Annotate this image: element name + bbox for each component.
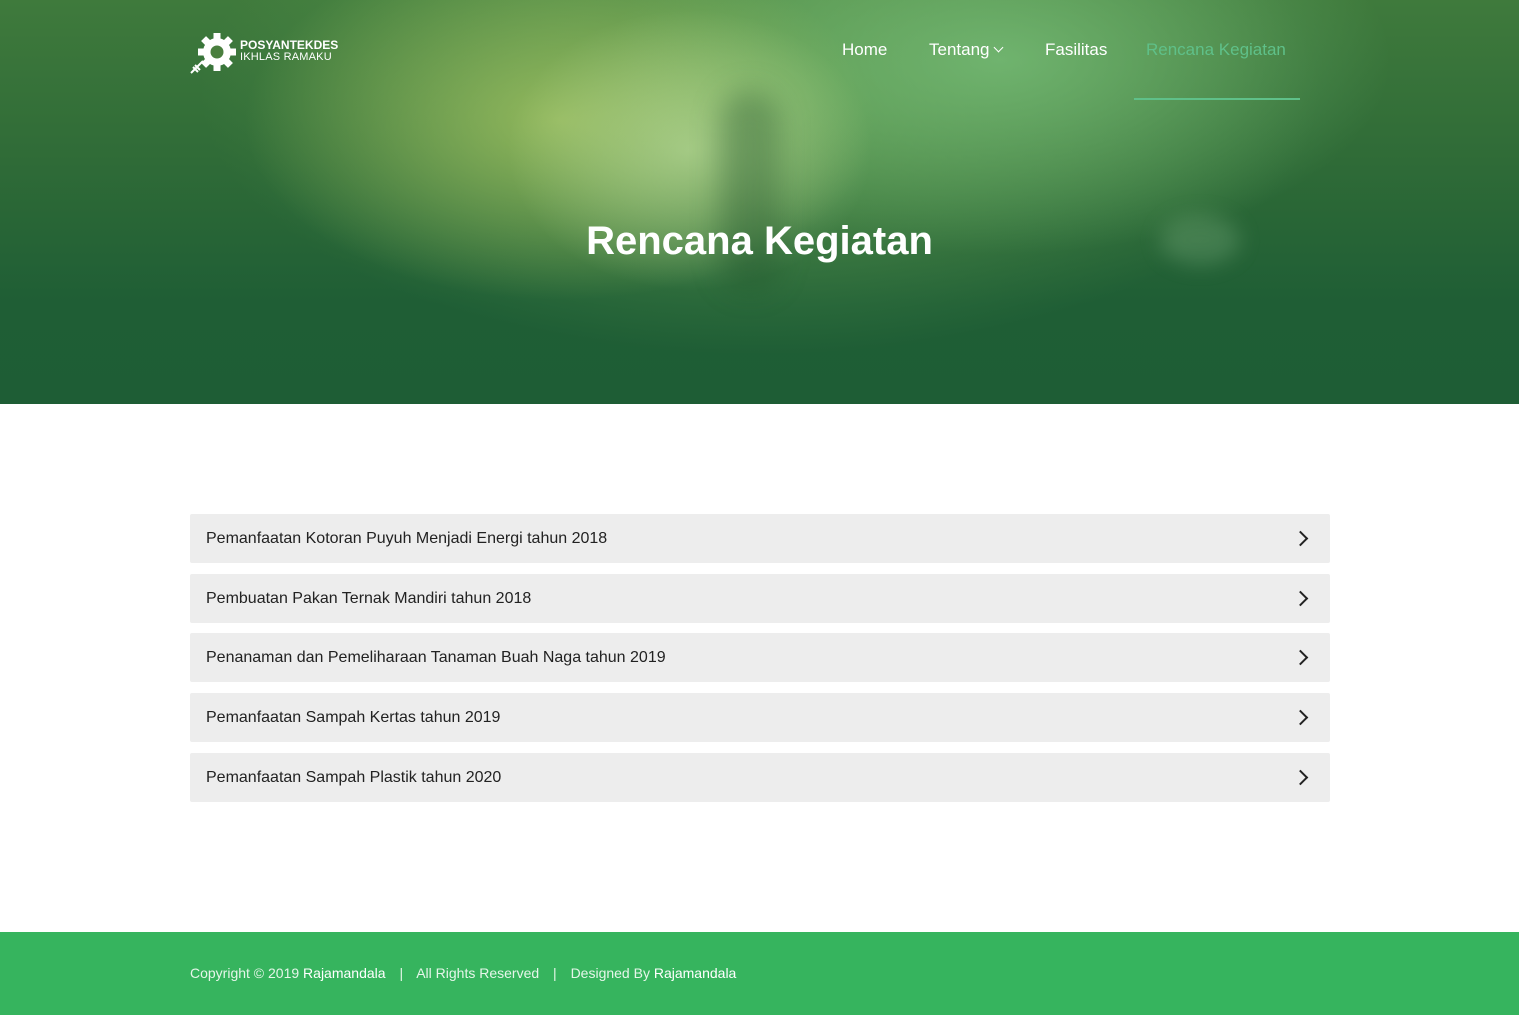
chevron-right-icon (1292, 590, 1309, 606)
nav-home[interactable]: Home (842, 38, 887, 62)
designer-link[interactable]: Rajamandala (654, 965, 737, 981)
footer-separator: | (399, 965, 404, 981)
activity-list: Pemanfaatan Kotoran Puyuh Menjadi Energi… (190, 514, 1330, 812)
chevron-right-icon (1292, 650, 1309, 666)
list-item-label: Pemanfaatan Kotoran Puyuh Menjadi Energi… (206, 530, 608, 547)
page-title: Rencana Kegiatan (586, 219, 933, 263)
brand-line-2: IKHLAS RAMAKU (240, 51, 332, 63)
list-item[interactable]: Pemanfaatan Sampah Kertas tahun 2019 (190, 693, 1330, 743)
footer-separator: | (553, 965, 557, 981)
chevron-right-icon (1292, 709, 1309, 726)
site-logo[interactable]: POSYANTEKDES IKHLAS RAMAKU (189, 31, 339, 75)
nav-tentang[interactable]: Tentang (929, 38, 1003, 62)
list-item[interactable]: Penanaman dan Pemeliharaan Tanaman Buah … (190, 633, 1330, 683)
active-nav-indicator (1134, 98, 1300, 100)
nav-rencana-kegiatan[interactable]: Rencana Kegiatan (1146, 38, 1286, 62)
copyright-owner-link[interactable]: Rajamandala (303, 965, 386, 981)
nav-tentang-label: Tentang (929, 40, 990, 59)
copyright-prefix: Copyright © 2019 (190, 965, 300, 981)
list-item[interactable]: Pembuatan Pakan Ternak Mandiri tahun 201… (190, 573, 1330, 623)
rights-text: All Rights Reserved (416, 965, 540, 981)
hero-banner: POSYANTEKDES IKHLAS RAMAKU Home Tentang … (0, 0, 1519, 404)
brand-name: POSYANTEKDES IKHLAS RAMAKU (240, 39, 338, 63)
list-item-label: Penanaman dan Pemeliharaan Tanaman Buah … (206, 649, 666, 667)
footer-copyright: Copyright © 2019 Rajamandala | All Right… (190, 963, 736, 983)
gear-icon (190, 33, 236, 74)
footer: Copyright © 2019 Rajamandala | All Right… (0, 932, 1519, 1015)
chevron-right-icon (1292, 769, 1309, 786)
chevron-right-icon (1292, 530, 1309, 547)
brand-line-1: POSYANTEKDES (240, 38, 339, 52)
nav-fasilitas[interactable]: Fasilitas (1045, 38, 1107, 62)
designed-by-prefix: Designed By (570, 965, 650, 981)
list-item[interactable]: Pemanfaatan Sampah Plastik tahun 2020 (190, 752, 1330, 802)
list-item-label: Pemanfaatan Sampah Plastik tahun 2020 (206, 768, 502, 786)
list-item-label: Pemanfaatan Sampah Kertas tahun 2019 (206, 709, 501, 727)
list-item-label: Pembuatan Pakan Ternak Mandiri tahun 201… (206, 589, 532, 607)
list-item[interactable]: Pemanfaatan Kotoran Puyuh Menjadi Energi… (190, 514, 1330, 563)
chevron-down-icon (993, 42, 1003, 53)
